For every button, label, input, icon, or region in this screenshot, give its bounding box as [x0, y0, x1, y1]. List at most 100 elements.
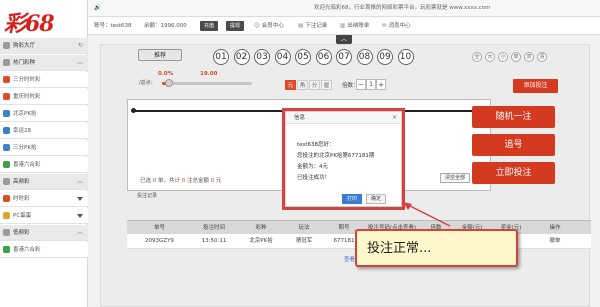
dialog-status: 已投注成功！: [297, 175, 331, 181]
balance-label: 余额：1996.000: [144, 23, 187, 29]
messages-link[interactable]: ✉ 消息中心: [382, 17, 411, 35]
sidebar-item-label: 低频彩: [13, 230, 30, 236]
number-ball-08[interactable]: 08: [356, 49, 373, 65]
quick-select-2[interactable]: 小: [498, 52, 508, 62]
number-ball-04[interactable]: 04: [274, 49, 291, 65]
sidebar-item-label: 重庆时时彩: [13, 94, 41, 100]
bet-record-link[interactable]: ▤ 下注记录: [298, 17, 327, 35]
column-header: 单号: [153, 225, 165, 231]
sidebar-item-label: 幸运28: [13, 128, 31, 134]
notice-bar: 🔊 欢迎光临彩68，行业首推的网络彩票平台，玩彩票就是 www.xxxx.com: [88, 0, 600, 17]
mail-icon: ✉: [382, 23, 387, 29]
print-button[interactable]: 打印: [342, 194, 362, 204]
column-header: 玩法: [298, 225, 310, 231]
sidebar-item-10[interactable]: PC蛋蛋: [0, 208, 88, 224]
bill-icon: ▥: [340, 23, 346, 29]
sidebar-item-label: 三分PK拾: [13, 145, 37, 151]
refresh-icon[interactable]: ↻: [78, 38, 83, 54]
unit-option-3[interactable]: 厘: [321, 80, 332, 90]
unit-option-1[interactable]: 角: [297, 80, 308, 90]
member-center-link[interactable]: ☺ 会员中心: [254, 17, 284, 35]
dialog-header: 信息 ×: [286, 112, 401, 124]
account-change-link[interactable]: ▥ 出纳账单: [340, 17, 369, 35]
withdraw-button[interactable]: 提现: [226, 21, 245, 31]
total-bets: 0: [181, 178, 186, 184]
multiplier-decrease-button[interactable]: −: [356, 79, 366, 90]
number-ball-10[interactable]: 10: [397, 49, 414, 65]
cancel-bet-link[interactable]: 撤单: [535, 234, 575, 248]
tab-bet-record[interactable]: 投注记录: [137, 192, 177, 201]
collapse-toggle[interactable]: ︿: [336, 35, 352, 44]
chevron-up-icon[interactable]: ︿: [77, 225, 83, 241]
multiplier-increase-button[interactable]: +: [376, 79, 386, 90]
number-ball-09[interactable]: 09: [377, 49, 393, 65]
close-icon[interactable]: ×: [392, 112, 397, 124]
sidebar-item-label: 热门彩种: [13, 60, 36, 66]
column-header: 投注时间: [202, 225, 225, 231]
quick-select-0[interactable]: 全: [472, 52, 482, 62]
dialog-amount: 金额为：4元: [297, 164, 328, 170]
recommend-button[interactable]: 推荐: [138, 49, 182, 61]
table-cell: 13:50:11: [201, 238, 227, 244]
deposit-button[interactable]: 充值: [200, 21, 219, 31]
multiplier-input[interactable]: 1: [366, 79, 376, 90]
sidebar-item-7[interactable]: 香港六合彩: [0, 157, 88, 173]
sidebar-item-4[interactable]: 北京PK拾: [0, 106, 88, 122]
triangle-down-icon[interactable]: [77, 197, 83, 201]
sidebar-item-3[interactable]: 重庆时时彩: [0, 89, 88, 105]
lottery-icon: [3, 212, 10, 219]
lottery-icon: [3, 246, 10, 253]
quick-select-5[interactable]: 清: [537, 52, 547, 62]
number-ball-02[interactable]: 02: [233, 49, 250, 65]
divider-end-left: [131, 108, 136, 113]
lottery-icon: [3, 93, 10, 100]
sidebar-item-2[interactable]: 三分时时彩: [0, 72, 88, 88]
sidebar-group-1[interactable]: 热门彩种 ︿: [0, 55, 88, 71]
sidebar-item-5[interactable]: 幸运28: [0, 123, 88, 139]
sidebar-item-12[interactable]: 香港六合彩: [0, 242, 88, 258]
sidebar-group-8[interactable]: 高频彩 ︿: [0, 174, 88, 190]
rebate-label: /返点：: [139, 80, 156, 86]
sidebar-item-label: 高频彩: [13, 179, 30, 185]
lottery-icon: [3, 110, 10, 117]
ok-button[interactable]: 确定: [366, 194, 386, 204]
table-cell: 2093GZY9: [145, 238, 174, 244]
site-logo[interactable]: 彩68: [4, 6, 84, 37]
number-ball-03[interactable]: 03: [254, 49, 270, 65]
bet-summary: 已选 0 单，共计 0 注总金额 0 元: [140, 178, 222, 184]
quick-select-3[interactable]: 单: [511, 52, 521, 62]
table-cell: 猜冠军: [295, 238, 313, 244]
sidebar-item-6[interactable]: 三分PK拾: [0, 140, 88, 156]
clear-all-button[interactable]: 清空全部: [440, 173, 470, 183]
triangle-down-icon[interactable]: [77, 214, 83, 218]
sidebar-group-0[interactable]: 购彩大厅 ↻: [0, 38, 88, 54]
speaker-icon: 🔊: [94, 5, 101, 11]
lottery-icon: [3, 127, 10, 134]
home-icon: [3, 42, 10, 49]
column-header: 操作: [549, 225, 561, 231]
bet-now-button[interactable]: 立即投注: [472, 162, 555, 184]
chevron-up-icon[interactable]: ︿: [77, 174, 83, 190]
dialog-title: 信息: [294, 115, 306, 121]
random-one-button[interactable]: 随机一注: [472, 106, 555, 128]
number-ball-01[interactable]: 01: [213, 49, 229, 65]
sidebar-item-label: 三分时时彩: [13, 77, 41, 83]
quick-select-4[interactable]: 双: [524, 52, 534, 62]
total-amount: 0: [210, 178, 215, 184]
quick-select-1[interactable]: 大: [485, 52, 495, 62]
add-bet-button[interactable]: 添加投注: [513, 79, 558, 93]
rebate-slider[interactable]: [162, 82, 252, 85]
sidebar-item-9[interactable]: 时时彩: [0, 191, 88, 207]
unit-option-0[interactable]: 元: [285, 80, 296, 90]
chevron-up-icon[interactable]: ︿: [77, 55, 83, 71]
grid-icon: [3, 229, 10, 236]
number-ball-07[interactable]: 07: [336, 49, 352, 65]
unit-option-2[interactable]: 分: [309, 80, 320, 90]
number-ball-06[interactable]: 06: [315, 49, 332, 65]
sidebar-group-11[interactable]: 低频彩 ︿: [0, 225, 88, 241]
user-bar: 账号：test638 余额：1996.000 充值 提现 ☺ 会员中心 ▤ 下注记录…: [88, 17, 600, 35]
sidebar-item-label: 香港六合彩: [13, 247, 41, 253]
chase-number-button[interactable]: 追号: [472, 134, 555, 156]
number-ball-05[interactable]: 05: [295, 49, 311, 65]
lottery-icon: [3, 76, 10, 83]
